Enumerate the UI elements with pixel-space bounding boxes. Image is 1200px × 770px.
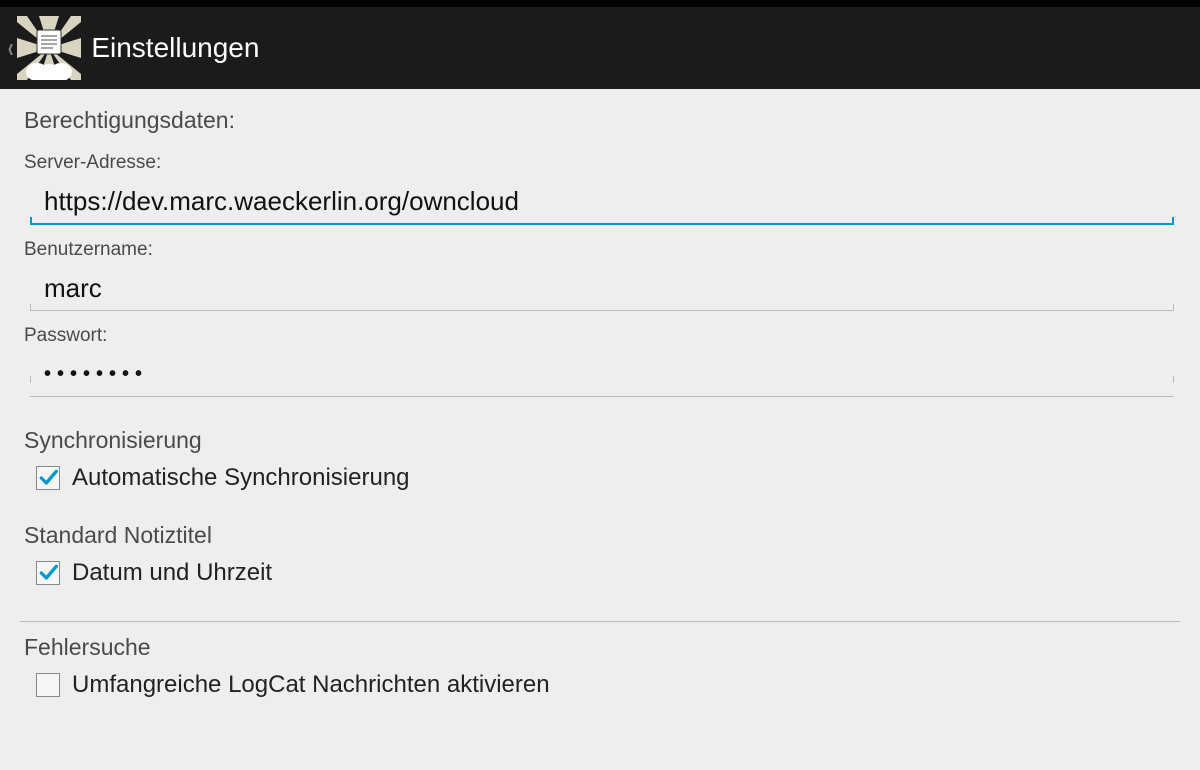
datetime-label: Datum und Uhrzeit	[72, 559, 272, 587]
debug-heading: Fehlersuche	[24, 634, 1176, 661]
section-divider	[20, 621, 1180, 622]
datetime-row[interactable]: Datum und Uhrzeit	[36, 559, 1176, 587]
username-label: Benutzername:	[24, 239, 1176, 261]
auto-sync-label: Automatische Synchronisierung	[72, 464, 410, 492]
password-input[interactable]: ••••••••	[30, 353, 1174, 397]
datetime-checkbox[interactable]	[36, 561, 60, 585]
server-address-input[interactable]	[30, 180, 1174, 225]
password-label: Passwort:	[24, 325, 1176, 347]
status-bar	[0, 0, 1200, 7]
auto-sync-checkbox[interactable]	[36, 466, 60, 490]
server-address-label: Server-Adresse:	[24, 152, 1176, 174]
logcat-label: Umfangreiche LogCat Nachrichten aktivier…	[72, 671, 550, 699]
settings-content: Berechtigungsdaten: Server-Adresse: Benu…	[0, 89, 1200, 699]
app-icon[interactable]	[17, 16, 81, 80]
credentials-section-title: Berechtigungsdaten:	[24, 107, 1176, 134]
app-header: ‹ Einstellungen	[0, 7, 1200, 89]
sync-heading: Synchronisierung	[24, 427, 1176, 454]
auto-sync-row[interactable]: Automatische Synchronisierung	[36, 464, 1176, 492]
logcat-checkbox[interactable]	[36, 673, 60, 697]
page-title: Einstellungen	[91, 32, 259, 64]
back-icon[interactable]: ‹	[8, 32, 14, 64]
logcat-row[interactable]: Umfangreiche LogCat Nachrichten aktivier…	[36, 671, 1176, 699]
note-title-heading: Standard Notiztitel	[24, 522, 1176, 549]
username-input[interactable]	[30, 267, 1174, 311]
